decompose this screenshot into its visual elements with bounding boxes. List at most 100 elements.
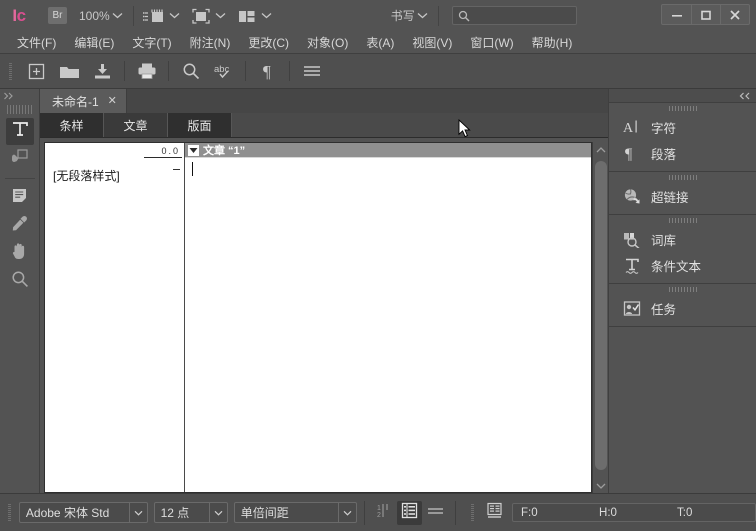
text-cursor — [192, 162, 193, 176]
paragraph-style-dash — [173, 169, 180, 170]
scrollbar-track[interactable] — [593, 157, 609, 478]
menu-changes[interactable]: 更改(C) — [239, 32, 298, 53]
arrange-documents-chevron-down-icon[interactable] — [259, 6, 275, 26]
bridge-launch-button[interactable]: Br — [48, 7, 67, 24]
menu-file[interactable]: 文件(F) — [8, 32, 65, 53]
font-size-value: 12 点 — [160, 506, 190, 520]
counter-tables: T:0 — [677, 506, 693, 519]
workspace-switcher-label[interactable]: 书写 — [391, 7, 415, 24]
panel-button-character[interactable]: A 字符 — [609, 114, 756, 140]
panel-button-assignments[interactable]: 任务 — [609, 295, 756, 321]
style-column-toggle[interactable] — [396, 500, 423, 525]
scrollbar-thumb[interactable] — [594, 161, 607, 470]
font-family-combobox[interactable]: Adobe 宋体 Std — [18, 502, 149, 523]
text-tool-icon — [11, 120, 29, 143]
tab-layout[interactable]: 版面 — [168, 113, 232, 137]
workspace-switcher-chevron-down-icon[interactable] — [415, 6, 431, 26]
toolbar-divider-2 — [168, 61, 169, 81]
dock-group-drag-handle-2[interactable] — [609, 172, 756, 183]
menu-edit[interactable]: 编辑(E) — [65, 32, 123, 53]
font-family-chevron-down-icon[interactable] — [129, 503, 147, 522]
screen-mode-chevron-down-icon[interactable] — [213, 6, 229, 26]
dock-collapse-button[interactable] — [609, 89, 756, 103]
view-options-chevron-down-icon[interactable] — [167, 6, 183, 26]
toolbar-divider-1 — [124, 61, 125, 81]
tab-galley-label: 条样 — [59, 118, 84, 133]
story-collapse-triangle-icon[interactable] — [188, 144, 199, 156]
story-text-body[interactable] — [185, 158, 591, 492]
tool-type[interactable] — [5, 118, 34, 145]
vertical-scrollbar[interactable] — [592, 142, 608, 493]
tab-story-label: 文章 — [123, 118, 148, 133]
control-bar-drag-handle[interactable] — [4, 502, 15, 524]
show-hidden-characters-button[interactable]: ¶ — [251, 57, 284, 85]
minimize-button[interactable] — [662, 5, 691, 24]
tool-hand[interactable] — [6, 240, 34, 267]
tool-zoom[interactable] — [6, 268, 34, 295]
toolbar-menu-button[interactable] — [295, 57, 328, 85]
story-text-column[interactable]: 文章 “1” — [185, 143, 591, 492]
menubar: 文件(F) 编辑(E) 文字(T) 附注(N) 更改(C) 对象(O) 表(A)… — [0, 31, 756, 54]
font-size-chevron-down-icon[interactable] — [209, 503, 227, 522]
zoom-level-dropdown-chevron-down-icon[interactable] — [110, 6, 126, 26]
menu-object[interactable]: 对象(O) — [298, 32, 357, 53]
close-button[interactable] — [720, 5, 749, 24]
spellcheck-button[interactable]: abc — [207, 57, 240, 85]
search-box[interactable] — [451, 6, 616, 25]
document-info-button[interactable] — [482, 501, 507, 525]
menu-type[interactable]: 文字(T) — [123, 32, 180, 53]
document-tab[interactable]: 未命名-1 ✕ — [40, 89, 127, 113]
panel-button-thesaurus[interactable]: 词库 — [609, 226, 756, 252]
svg-text:1: 1 — [377, 505, 381, 512]
leading-combobox[interactable]: 单倍间距 — [233, 502, 357, 523]
depth-ruler-value: 0.0 — [161, 146, 180, 156]
dock-group-drag-handle[interactable] — [609, 103, 756, 114]
menu-notes[interactable]: 附注(N) — [181, 32, 240, 53]
svg-text:abc: abc — [214, 64, 230, 75]
tool-story[interactable] — [6, 184, 34, 211]
document-tab-close-icon[interactable]: ✕ — [108, 95, 117, 107]
search-input[interactable] — [469, 9, 616, 22]
save-document-button[interactable] — [86, 57, 119, 85]
panel-button-hyperlinks[interactable]: 超链接 — [609, 183, 756, 209]
menu-table[interactable]: 表(A) — [357, 32, 403, 53]
menu-view[interactable]: 视图(V) — [403, 32, 461, 53]
info-bar-drag-handle[interactable] — [467, 502, 478, 524]
eyedropper-icon — [11, 215, 28, 237]
style-column-icon — [401, 502, 418, 524]
galley-canvas[interactable]: 0.0 [无段落样式] 文章 “1” — [44, 142, 592, 493]
tab-galley[interactable]: 条样 — [40, 113, 104, 137]
scroll-up-arrow-icon[interactable] — [593, 142, 609, 157]
menu-window[interactable]: 窗口(W) — [461, 32, 522, 53]
tools-panel-drag-handle[interactable] — [6, 105, 33, 114]
view-options-button[interactable] — [141, 4, 167, 28]
tools-panel-collapse-button[interactable] — [0, 89, 39, 103]
panel-button-conditional-text[interactable]: 条件文本 — [609, 252, 756, 278]
scroll-down-arrow-icon[interactable] — [593, 478, 609, 493]
dock-empty-space — [609, 327, 756, 493]
line-numbers-toggle[interactable]: 1 2 — [371, 501, 396, 525]
menu-help[interactable]: 帮助(H) — [523, 32, 582, 53]
leading-chevron-down-icon[interactable] — [337, 503, 356, 522]
panel-button-paragraph[interactable]: ¶ 段落 — [609, 140, 756, 166]
story-header-bar[interactable]: 文章 “1” — [185, 143, 591, 158]
toolbar-drag-handle[interactable] — [4, 60, 16, 82]
find-change-button[interactable] — [174, 57, 207, 85]
new-document-button[interactable] — [20, 57, 53, 85]
tool-note[interactable] — [6, 146, 34, 173]
tab-story[interactable]: 文章 — [104, 113, 168, 137]
open-document-button[interactable] — [53, 57, 86, 85]
dock-group-drag-handle-3[interactable] — [609, 215, 756, 226]
main-content-row: 未命名-1 ✕ 条样 文章 版面 0.0 [无段落样式] 文章 “1” A 字符… — [0, 89, 756, 493]
font-size-combobox[interactable]: 12 点 — [153, 502, 229, 523]
paragraph-style-column[interactable]: 0.0 [无段落样式] — [45, 143, 185, 492]
arrange-documents-button[interactable] — [235, 4, 259, 28]
assignments-panel-icon — [621, 300, 643, 317]
info-lines-button[interactable] — [422, 501, 447, 525]
tool-eyedropper[interactable] — [6, 212, 34, 239]
print-button[interactable] — [130, 57, 163, 85]
right-panel-dock: A 字符 ¶ 段落 超链接 词库 条件文本 任务 — [608, 89, 756, 493]
maximize-button[interactable] — [691, 5, 720, 24]
dock-group-drag-handle-4[interactable] — [609, 284, 756, 295]
screen-mode-button[interactable] — [189, 4, 213, 28]
